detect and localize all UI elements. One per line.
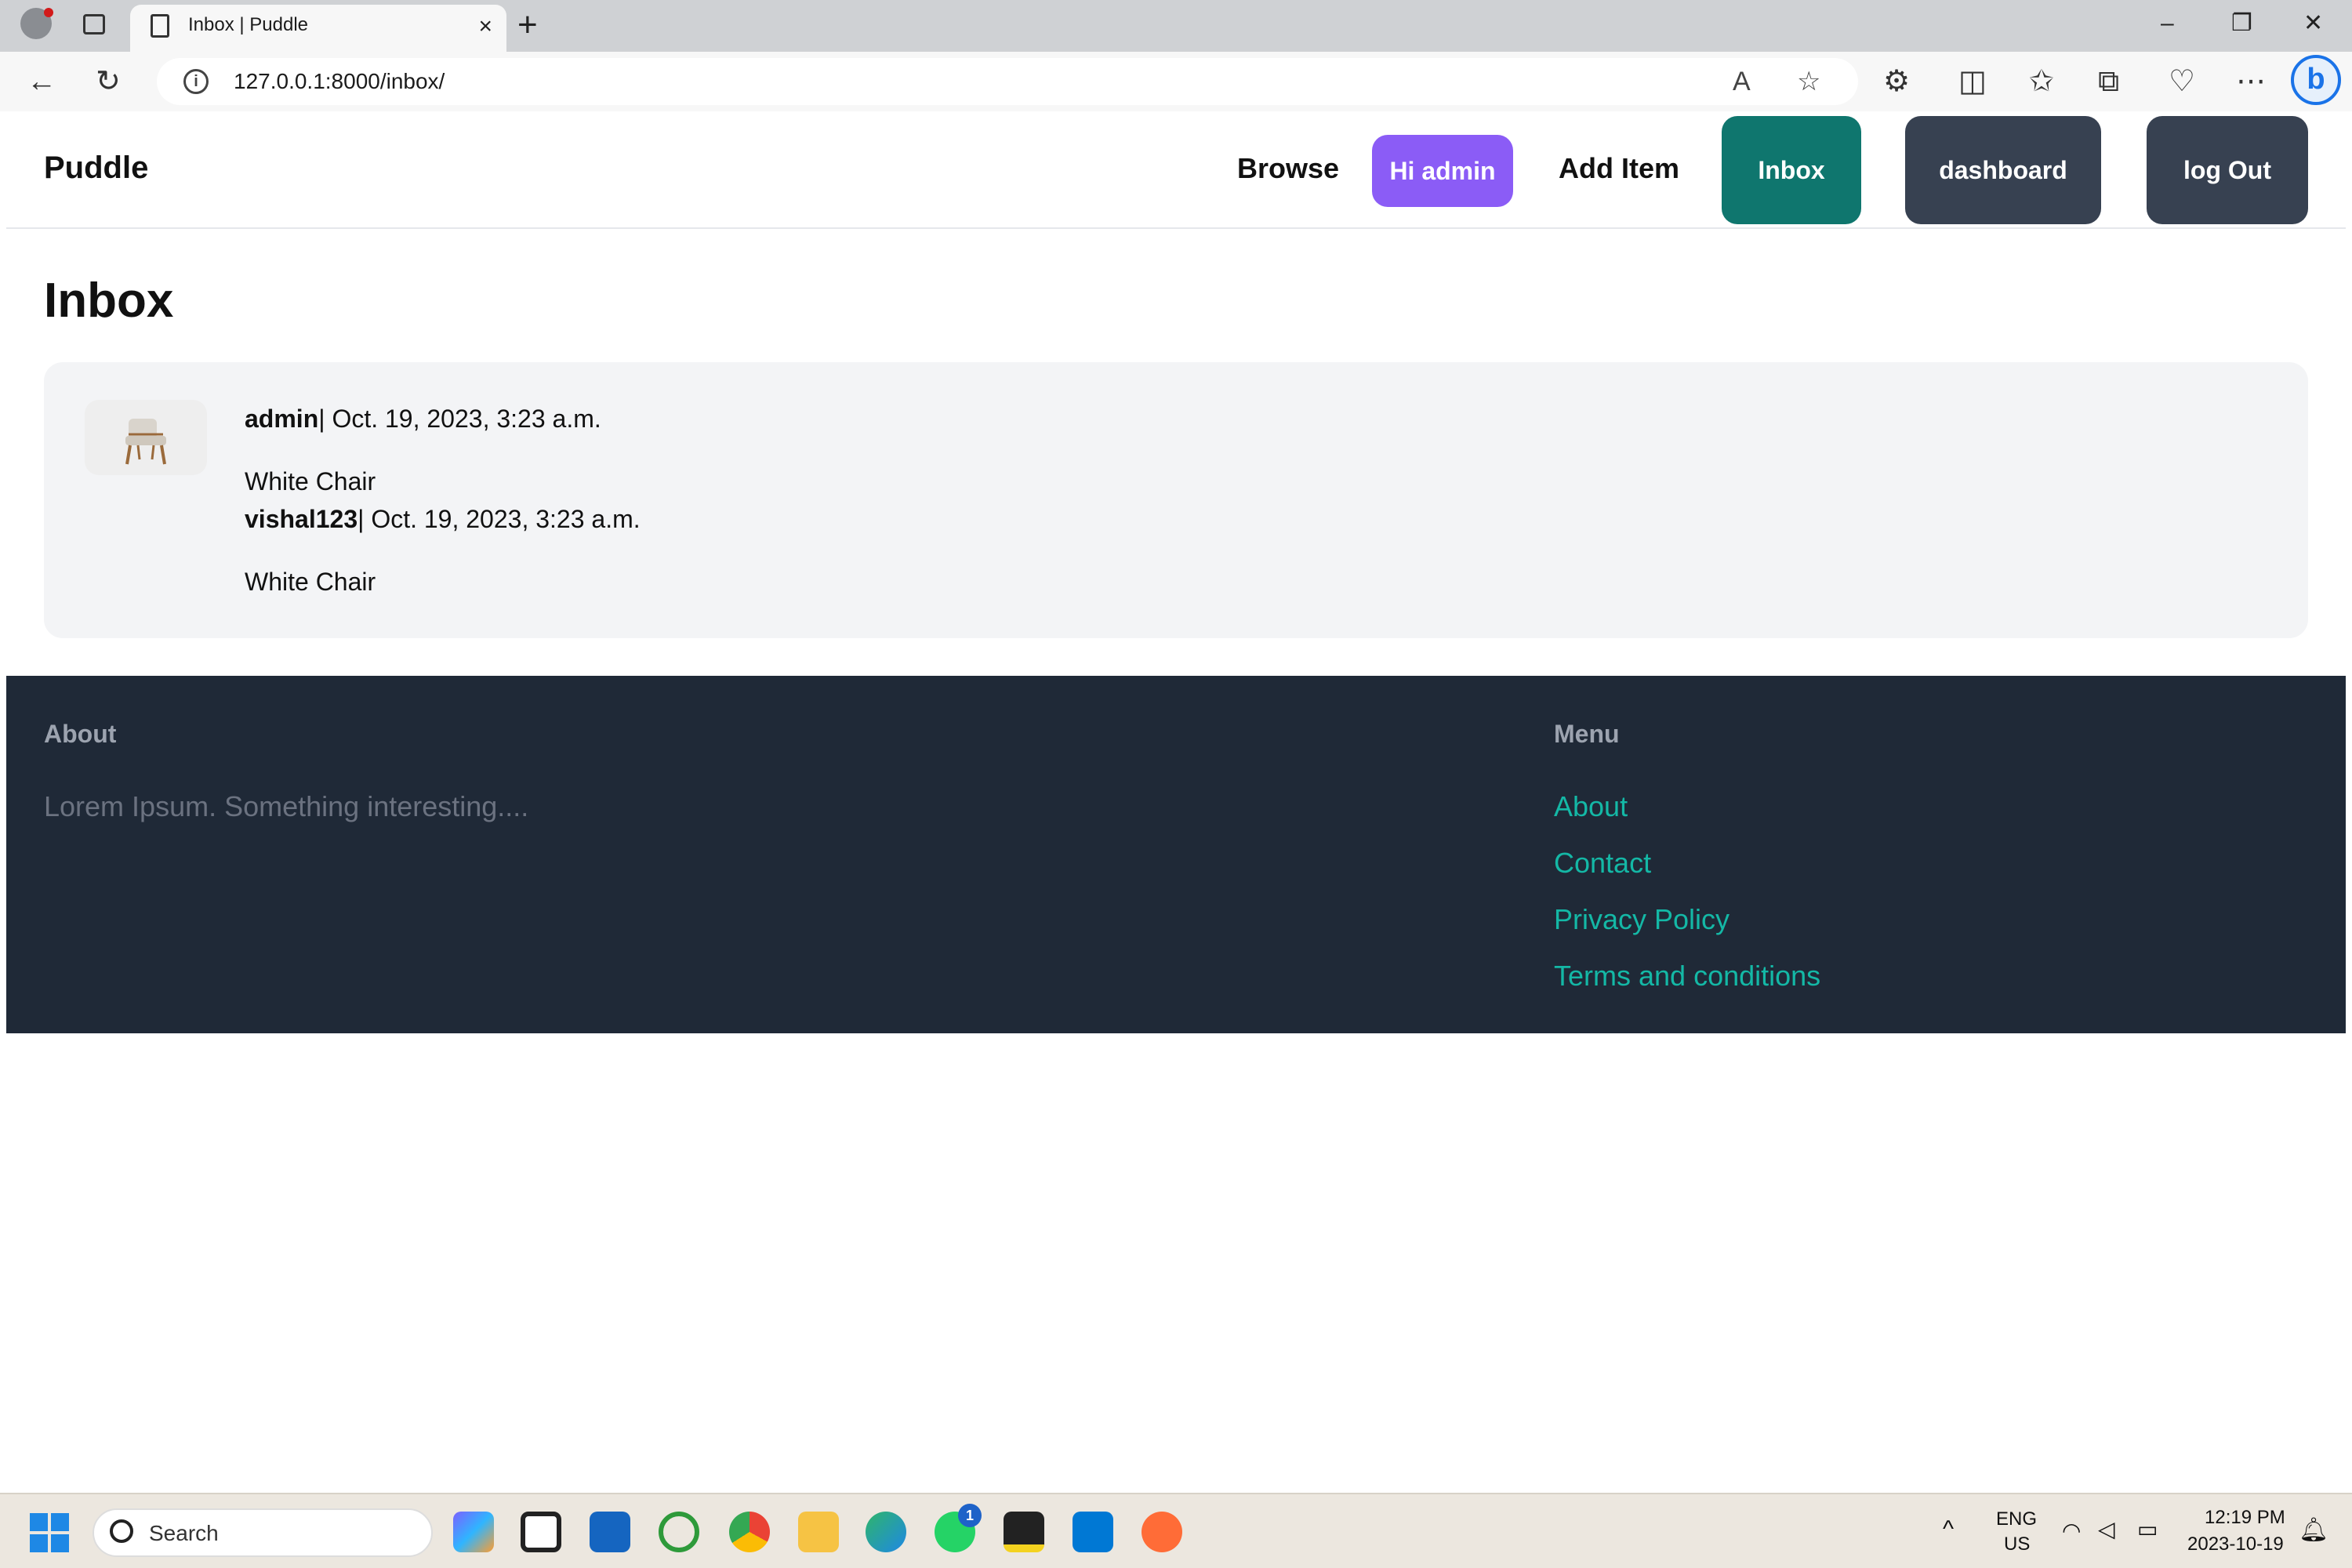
address-bar[interactable]: i 127.0.0.1:8000/inbox/ A ☆ (157, 58, 1858, 105)
battery-icon[interactable]: ▭ (2137, 1516, 2158, 1542)
browser-tab-strip: Inbox | Puddle × + – ❐ ✕ (0, 0, 2352, 52)
whatsapp-badge: 1 (958, 1504, 982, 1527)
search-icon (110, 1519, 133, 1543)
task-view-icon[interactable] (521, 1512, 561, 1552)
screen: Inbox | Puddle × + – ❐ ✕ ← ↻ i 127.0.0.1… (0, 0, 2352, 1568)
message-author: vishal123 (245, 505, 358, 533)
message-author: admin (245, 405, 319, 433)
new-tab-icon[interactable]: + (517, 3, 538, 47)
extensions-icon[interactable]: ⚙ (1883, 63, 1910, 100)
message-timestamp: | Oct. 19, 2023, 3:23 a.m. (358, 505, 641, 533)
split-screen-icon[interactable]: ◫ (1958, 63, 1987, 100)
dashboard-button[interactable]: dashboard (1905, 116, 2101, 224)
taskbar-search-placeholder: Search (149, 1521, 219, 1545)
tab-actions-icon[interactable] (83, 14, 105, 34)
chrome-icon[interactable] (729, 1512, 770, 1552)
footer-link-about[interactable]: About (1554, 790, 1628, 823)
microsoft-store-icon[interactable] (590, 1512, 630, 1552)
postman-icon[interactable] (1142, 1512, 1182, 1552)
language-indicator[interactable]: ENG (1996, 1508, 2037, 1530)
notification-dot-icon (44, 8, 53, 17)
nav-add-item-link[interactable]: Add Item (1559, 152, 1679, 185)
item-thumbnail[interactable] (85, 400, 207, 475)
footer-about-heading: About (44, 720, 117, 748)
read-aloud-icon[interactable]: A (1733, 66, 1751, 97)
windows-start-icon[interactable] (30, 1513, 69, 1552)
footer-link-terms[interactable]: Terms and conditions (1554, 960, 1820, 993)
bing-copilot-icon[interactable]: b (2291, 55, 2341, 105)
message-item-title: White Chair (245, 467, 376, 495)
browser-tab-active[interactable]: Inbox | Puddle × (130, 5, 506, 52)
footer-menu-heading: Menu (1554, 720, 1620, 748)
nav-browse-link[interactable]: Browse (1237, 152, 1339, 185)
footer-about-text: Lorem Ipsum. Something interesting.... (44, 790, 529, 822)
page-viewport: Puddle Browse Hi admin Add Item Inbox da… (6, 111, 2346, 1488)
site-navbar: Puddle Browse Hi admin Add Item Inbox da… (6, 111, 2346, 229)
url-text[interactable]: 127.0.0.1:8000/inbox/ (234, 69, 445, 94)
browser-toolbar: ← ↻ i 127.0.0.1:8000/inbox/ A ☆ ⚙ ◫ ✩ ⧉ … (0, 52, 2352, 111)
minimize-icon[interactable]: – (2161, 6, 2174, 41)
sticky-notes-icon[interactable] (1004, 1512, 1044, 1552)
message-header: vishal123| Oct. 19, 2023, 3:23 a.m. (245, 505, 641, 534)
site-footer: About Lorem Ipsum. Something interesting… (6, 676, 2346, 1033)
chair-image-icon (125, 419, 166, 465)
inbox-button[interactable]: Inbox (1722, 116, 1861, 224)
vscode-icon[interactable] (1073, 1512, 1113, 1552)
conversation-card[interactable]: admin| Oct. 19, 2023, 3:23 a.m. White Ch… (44, 362, 2308, 638)
file-explorer-icon[interactable] (798, 1512, 839, 1552)
tab-title: Inbox | Puddle (188, 14, 309, 35)
back-arrow-icon[interactable]: ← (27, 63, 56, 100)
windows-taskbar: Search 1 ^ ENG US ◠ ◁ ▭ 12:19 PM 2023-10… (0, 1493, 2352, 1568)
sync-app-icon[interactable] (659, 1512, 699, 1552)
message-header: admin| Oct. 19, 2023, 3:23 a.m. (245, 405, 601, 434)
favorites-icon[interactable]: ✩ (2029, 63, 2054, 100)
notification-bell-icon[interactable]: 🔔︎ (2299, 1516, 2328, 1544)
close-window-icon[interactable]: ✕ (2303, 6, 2323, 41)
page-icon (151, 14, 169, 38)
browser-essentials-icon[interactable]: ♡ (2169, 63, 2195, 100)
copilot-preview-icon[interactable] (453, 1512, 494, 1552)
clock-time[interactable]: 12:19 PM (2205, 1507, 2285, 1529)
refresh-icon[interactable]: ↻ (96, 63, 121, 100)
wifi-icon[interactable]: ◠ (2062, 1518, 2081, 1544)
tray-overflow-chevron-icon[interactable]: ^ (1943, 1516, 1954, 1543)
collections-icon[interactable]: ⧉ (2098, 63, 2119, 100)
footer-link-privacy-policy[interactable]: Privacy Policy (1554, 903, 1730, 936)
favorite-star-icon[interactable]: ☆ (1797, 66, 1820, 97)
taskbar-search-box[interactable]: Search (93, 1508, 433, 1557)
logout-button[interactable]: log Out (2147, 116, 2308, 224)
restore-icon[interactable]: ❐ (2231, 6, 2252, 41)
page-title: Inbox (44, 274, 174, 328)
tab-close-icon[interactable]: × (478, 13, 492, 41)
clock-date[interactable]: 2023-10-19 (2187, 1534, 2284, 1555)
message-item-title: White Chair (245, 568, 376, 596)
footer-link-contact[interactable]: Contact (1554, 847, 1651, 880)
greeting-button[interactable]: Hi admin (1372, 135, 1513, 207)
site-info-icon[interactable]: i (183, 69, 209, 94)
edge-icon[interactable] (866, 1512, 906, 1552)
volume-icon[interactable]: ◁ (2098, 1516, 2115, 1542)
message-timestamp: | Oct. 19, 2023, 3:23 a.m. (318, 405, 601, 433)
brand-logo-link[interactable]: Puddle (44, 151, 148, 186)
region-indicator[interactable]: US (2004, 1534, 2030, 1555)
more-menu-icon[interactable]: ⋯ (2236, 63, 2266, 100)
